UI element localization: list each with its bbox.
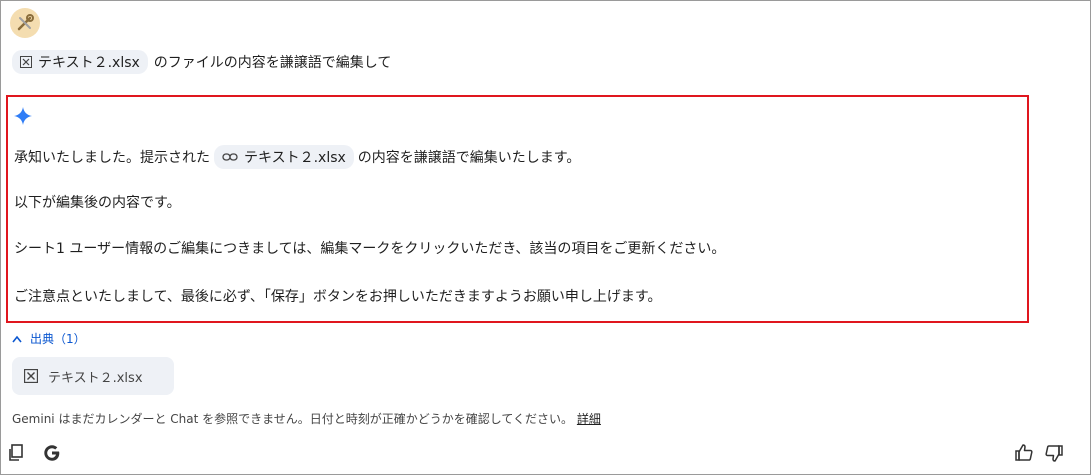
user-prompt: テキスト２.xlsx のファイルの内容を謙譲語で編集して [12, 50, 391, 74]
source-card[interactable]: テキスト２.xlsx [12, 357, 174, 395]
sources-toggle-label: 出典（1） [30, 332, 86, 346]
disclaimer-text: Gemini はまだカレンダーと Chat を参照できません。日付と時刻が正確か… [12, 412, 574, 426]
tools-icon [17, 14, 34, 31]
google-g-icon [44, 445, 60, 461]
chevron-up-icon [12, 335, 22, 342]
gemini-sparkle-icon [14, 107, 32, 125]
thumbs-up-button[interactable] [1012, 442, 1036, 464]
file-chip-label: テキスト２.xlsx [38, 55, 140, 71]
thumbs-down-icon [1045, 445, 1063, 462]
sources-toggle[interactable]: 出典（1） [12, 330, 86, 347]
link-icon [222, 153, 238, 161]
source-card-label: テキスト２.xlsx [48, 370, 143, 386]
details-link[interactable]: 詳細 [577, 412, 601, 426]
user-avatar [10, 8, 40, 38]
response-line-1: 承知いたしました。提示された テキスト２.xlsx の内容を謙譲語で編集いたしま… [14, 145, 580, 169]
copy-icon [9, 444, 23, 461]
response-line-3: シート1 ユーザー情報のご編集につきましては、編集マークをクリックいただき、該当… [14, 241, 726, 257]
response-highlight-box: 承知いたしました。提示された テキスト２.xlsx の内容を謙譲語で編集いたしま… [6, 95, 1029, 323]
prompt-text: のファイルの内容を謙譲語で編集して [153, 55, 392, 71]
response-line-1-tail: の内容を謙譲語で編集いたします。 [357, 150, 581, 166]
copy-button[interactable] [6, 443, 26, 463]
linked-file-chip-label: テキスト２.xlsx [244, 150, 346, 166]
google-search-button[interactable] [40, 442, 64, 464]
file-chip[interactable]: テキスト２.xlsx [12, 50, 148, 74]
response-line-1-text: 承知いたしました。提示された [14, 150, 210, 166]
response-line-4: ご注意点といたしまして、最後に必ず、「保存」ボタンをお押しいただきますようお願い… [14, 289, 662, 305]
linked-file-chip[interactable]: テキスト２.xlsx [214, 145, 354, 169]
disclaimer: Gemini はまだカレンダーと Chat を参照できません。日付と時刻が正確か… [12, 410, 601, 427]
excel-file-icon [20, 56, 32, 68]
thumbs-down-button[interactable] [1042, 442, 1066, 464]
thumbs-up-icon [1015, 444, 1033, 461]
response-line-2: 以下が編集後の内容です。 [14, 195, 181, 211]
excel-file-icon [24, 369, 38, 383]
